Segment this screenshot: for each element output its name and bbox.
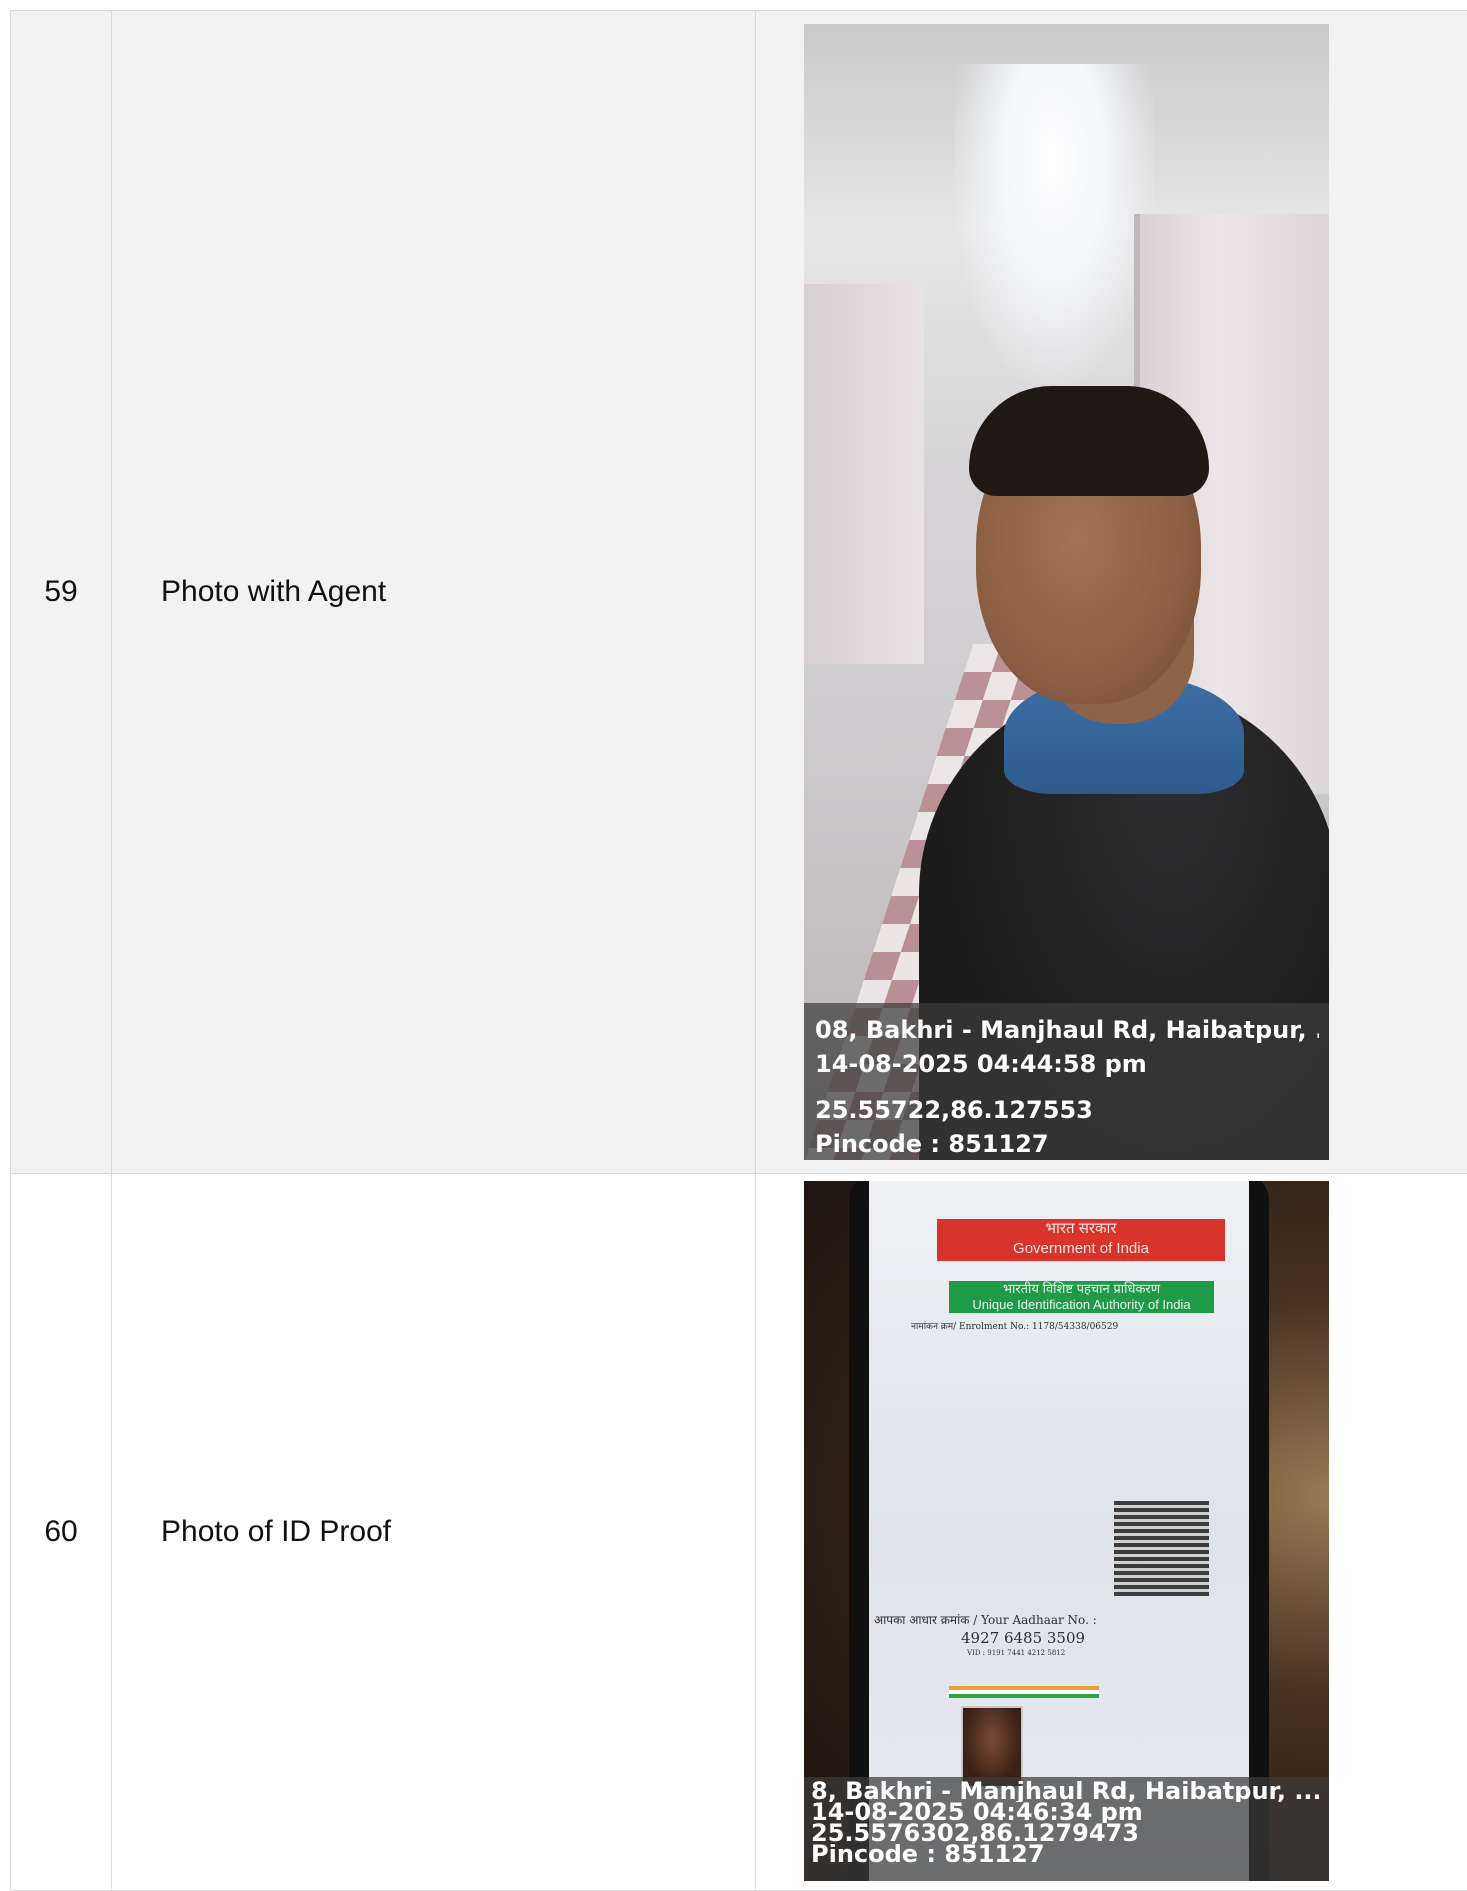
corridor-wall — [804, 284, 924, 664]
row-label: Photo of ID Proof — [112, 1174, 756, 1891]
photo-cell: भारत सरकार Government of India भारतीय वि… — [756, 1174, 1467, 1891]
geotag-pincode: Pincode : 851127 — [811, 1844, 1319, 1865]
row-number: 60 — [11, 1174, 112, 1891]
id-proof-photo[interactable]: भारत सरकार Government of India भारतीय वि… — [804, 1181, 1329, 1881]
phone-screen: भारत सरकार Government of India भारतीय वि… — [869, 1181, 1249, 1881]
geotag-address: 08, Bakhri - Manjhaul Rd, Haibatpur, ... — [815, 1013, 1319, 1047]
id-aadhaar-number: 4927 6485 3509 — [961, 1629, 1085, 1647]
row-number: 59 — [11, 11, 112, 1174]
geotag-pincode: Pincode : 851127 — [815, 1127, 1319, 1160]
id-header-english: Government of India — [937, 1239, 1225, 1259]
id-portrait — [961, 1706, 1023, 1788]
geotag-overlay: 08, Bakhri - Manjhaul Rd, Haibatpur, ...… — [804, 1003, 1329, 1160]
table-row: 59 Photo with Agent 08, Bakhri - Manjhau… — [11, 11, 1467, 1174]
id-vid: VID : 9191 7441 4212 5812 — [967, 1649, 1065, 1657]
id-authority-band: भारतीय विशिष्ट पहचान प्राधिकरण Unique Id… — [949, 1281, 1214, 1313]
geotag-datetime: 14-08-2025 04:46:34 pm — [811, 1802, 1319, 1823]
agent-photo[interactable]: 08, Bakhri - Manjhaul Rd, Haibatpur, ...… — [804, 24, 1329, 1160]
ceiling-light — [954, 64, 1154, 384]
table-row: 60 Photo of ID Proof भारत सरकार Governme… — [11, 1174, 1467, 1891]
id-header-band: भारत सरकार Government of India — [937, 1219, 1225, 1261]
document-table: 59 Photo with Agent 08, Bakhri - Manjhau… — [10, 10, 1467, 1890]
id-header-hindi: भारत सरकार — [937, 1219, 1225, 1239]
id-aadhaar-label: आपका आधार क्रमांक / Your Aadhaar No. : — [874, 1611, 1097, 1628]
photo-table: 59 Photo with Agent 08, Bakhri - Manjhau… — [11, 11, 1467, 1891]
geotag-address: 8, Bakhri - Manjhaul Rd, Haibatpur, ... — [811, 1781, 1319, 1802]
geotag-coordinates: 25.5576302,86.1279473 — [811, 1823, 1319, 1844]
geotag-overlay: 8, Bakhri - Manjhaul Rd, Haibatpur, ... … — [804, 1777, 1329, 1881]
qr-code-icon — [1114, 1501, 1209, 1596]
id-enrolment: नामांकन क्रम/ Enrolment No.: 1178/54338/… — [911, 1319, 1118, 1332]
id-authority-english: Unique Identification Authority of India — [949, 1297, 1214, 1313]
geotag-datetime: 14-08-2025 04:44:58 pm — [815, 1047, 1319, 1081]
id-authority-hindi: भारतीय विशिष्ट पहचान प्राधिकरण — [949, 1281, 1214, 1297]
person-hair — [969, 386, 1209, 496]
geotag-coordinates: 25.55722,86.127553 — [815, 1093, 1319, 1127]
id-tricolor-strip — [949, 1686, 1099, 1698]
photo-cell: 08, Bakhri - Manjhaul Rd, Haibatpur, ...… — [756, 11, 1467, 1174]
row-label: Photo with Agent — [112, 11, 756, 1174]
